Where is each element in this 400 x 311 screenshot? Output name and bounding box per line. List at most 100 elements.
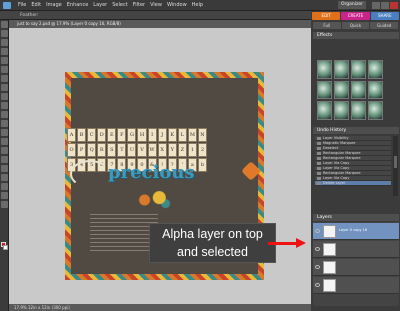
edit-subtabs: Full Quick Guided [311,21,400,30]
magic-wand-tool-icon[interactable] [0,75,8,82]
effects-panel-header[interactable]: Effects [313,32,399,39]
zoom-tool-icon[interactable] [0,30,8,37]
letter-tile: P [77,143,87,157]
menu-enhance[interactable]: Enhance [67,0,89,11]
letter-tile: R [97,143,107,157]
effect-thumbnail[interactable] [351,60,366,79]
layer-name: Layer 0 copy 16 [339,228,368,232]
hand-tool-icon[interactable] [0,39,8,46]
eraser-tool-icon[interactable] [0,147,8,154]
scrapbook-title: precious [108,162,195,183]
undo-history-panel-header[interactable]: Undo History [313,127,399,134]
layers-panel-header[interactable]: Layers [313,214,399,221]
annotation-arrow [268,242,298,245]
flower-cluster [132,188,174,212]
clone-stamp-tool-icon[interactable] [0,138,8,145]
window-controls [372,2,398,9]
selection-brush-tool-icon[interactable] [0,84,8,91]
letter-tile: S [107,143,117,157]
menu-edit[interactable]: Edit [31,0,41,11]
letter-tile: K [167,128,177,142]
background-color-swatch[interactable] [3,245,8,250]
undo-history-scrollbar[interactable] [393,136,398,196]
tab-full[interactable]: Full [313,22,341,29]
menu-help[interactable]: Help [192,0,203,11]
gradient-tool-icon[interactable] [0,174,8,181]
paint-bucket-tool-icon[interactable] [0,165,8,172]
tab-guided[interactable]: Guided [370,22,399,29]
effect-thumbnail[interactable] [317,101,332,120]
layers-panel: Layer 0 copy 16 [313,222,399,306]
layer-row-selected[interactable]: Layer 0 copy 16 [313,223,399,240]
effect-thumbnail[interactable] [351,101,366,120]
mode-tabs: EDIT CREATE SHARE [311,11,400,21]
effect-thumbnail[interactable] [334,60,349,79]
effect-thumbnail[interactable] [368,101,383,120]
maximize-icon[interactable] [381,2,389,9]
menu-select[interactable]: Select [112,0,127,11]
type-tool-icon[interactable] [0,93,8,100]
healing-brush-tool-icon[interactable] [0,129,8,136]
menu-bar: File Edit Image Enhance Layer Select Fil… [0,0,400,11]
organizer-button[interactable]: Organizer [337,1,366,9]
brush-tool-icon[interactable] [0,156,8,163]
menu-image[interactable]: Image [46,0,62,11]
app-logo-icon [3,2,11,9]
eye-icon[interactable] [315,283,320,287]
blur-tool-icon[interactable] [0,192,8,199]
sponge-tool-icon[interactable] [0,201,8,208]
menu-view[interactable]: View [150,0,162,11]
minimize-icon[interactable] [372,2,380,9]
document-tab[interactable]: just to say 2.psd @ 17.9% (Layer 0 copy … [9,20,311,28]
tab-edit[interactable]: EDIT [312,12,341,20]
lasso-tool-icon[interactable] [0,66,8,73]
marquee-tool-icon[interactable] [0,57,8,64]
close-icon[interactable] [390,2,398,9]
arrow-head-icon [296,238,306,248]
menu-file[interactable]: File [18,0,26,11]
letter-tile: D [97,128,107,142]
effect-thumbnail[interactable] [368,80,383,100]
eye-icon[interactable] [315,247,320,251]
effect-thumbnail[interactable] [317,80,332,100]
letter-tile: O [67,143,77,157]
eye-icon[interactable] [315,229,320,233]
eye-icon[interactable] [315,265,320,269]
main-menu: File Edit Image Enhance Layer Select Fil… [18,0,203,11]
crop-tool-icon[interactable] [0,102,8,109]
layer-row[interactable] [313,277,399,294]
letter-tile: I [147,128,157,142]
effect-thumbnail[interactable] [368,60,383,79]
layer-row[interactable] [313,259,399,276]
letter-tile: W [147,143,157,157]
move-tool-icon[interactable] [0,21,8,28]
menu-layer[interactable]: Layer [93,0,107,11]
letter-tile: T [117,143,127,157]
cookie-cutter-tool-icon[interactable] [0,111,8,118]
letter-tile: J [157,128,167,142]
tab-create[interactable]: CREATE [341,12,370,20]
letter-tile: M [187,128,197,142]
callout-line-1: Alpha layer on top [162,227,263,241]
menu-window[interactable]: Window [167,0,187,11]
undo-item-selected[interactable]: Delete Layer [315,181,391,186]
eyedropper-tool-icon[interactable] [0,48,8,55]
effect-thumbnail[interactable] [351,80,366,100]
letter-tile: 2 [197,143,207,157]
tab-share[interactable]: SHARE [370,12,399,20]
layer-thumbnail [323,225,336,238]
letter-tile: E [107,128,117,142]
layer-thumbnail [323,243,336,256]
layer-row[interactable] [313,241,399,258]
red-eye-tool-icon[interactable] [0,120,8,127]
letter-tile: U [127,143,137,157]
effect-thumbnail[interactable] [334,101,349,120]
letter-tile: C [87,128,97,142]
effect-thumbnail[interactable] [334,80,349,100]
effect-thumbnail[interactable] [317,60,332,79]
menu-filter[interactable]: Filter [133,0,145,11]
undo-history-list: Layer Visibility Magnetic Marquee Desele… [315,136,391,196]
shape-tool-icon[interactable] [0,183,8,190]
status-bar: 17.9% 12in x 12in (300 ppi) [9,304,311,311]
tab-quick[interactable]: Quick [341,22,370,29]
